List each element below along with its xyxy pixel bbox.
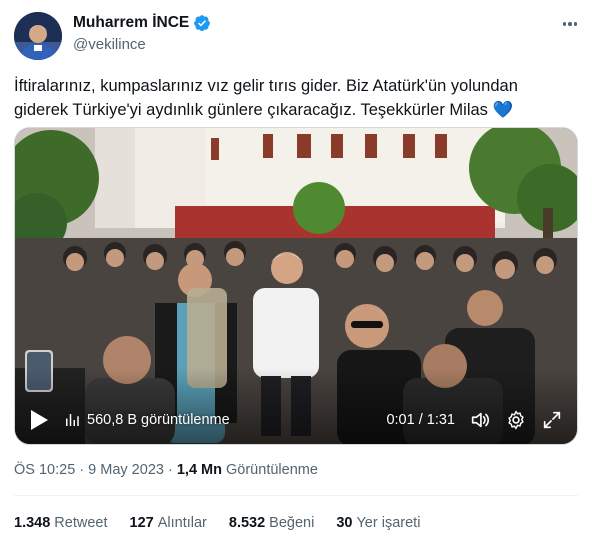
stat-bookmarks[interactable]: 30 Yer işareti xyxy=(336,515,420,531)
tweet-text: İftiralarınız, kumpaslarınız vız gelir t… xyxy=(14,77,518,119)
author-display-name[interactable]: Muharrem İNCE xyxy=(73,14,189,32)
like-count: 8.532 xyxy=(228,515,266,531)
bookmark-label: Yer işareti xyxy=(356,515,421,531)
settings-gear-icon[interactable] xyxy=(505,409,527,431)
video-controls: 560,8 B görüntülenme 0:01 / 1:31 xyxy=(15,396,577,444)
fullscreen-icon[interactable] xyxy=(541,409,563,431)
verified-badge-icon xyxy=(194,15,211,32)
retweet-label: Retweet xyxy=(54,515,108,531)
view-count: 1,4 Mn xyxy=(176,462,222,478)
stat-quotes[interactable]: 127 Alıntılar xyxy=(130,515,207,531)
views-chart-icon xyxy=(66,414,79,426)
stat-retweets[interactable]: 1.348 Retweet xyxy=(14,515,108,531)
bookmark-count: 30 xyxy=(336,515,353,531)
volume-icon[interactable] xyxy=(469,409,491,431)
tweet-time[interactable]: ÖS 10:25 xyxy=(14,462,75,478)
video-player[interactable]: 560,8 B görüntülenme 0:01 / 1:31 xyxy=(14,127,578,445)
engagement-stats: 1.348 Retweet 127 Alıntılar 8.532 Beğeni 30… xyxy=(14,515,420,531)
retweet-count: 1.348 xyxy=(14,515,51,531)
play-icon[interactable] xyxy=(29,409,49,431)
view-count-label: Görüntülenme xyxy=(226,462,318,478)
tweet-card: Muharrem İNCE @vekilince İftiralarınız, … xyxy=(0,0,592,545)
quote-label: Alıntılar xyxy=(157,515,207,531)
quote-count: 127 xyxy=(129,515,154,531)
video-view-count: 560,8 B görüntülenme xyxy=(87,412,230,428)
author-name-row: Muharrem İNCE xyxy=(73,14,211,32)
like-label: Beğeni xyxy=(269,515,315,531)
stat-likes[interactable]: 8.532 Beğeni xyxy=(229,515,314,531)
author-handle[interactable]: @vekilince xyxy=(73,36,146,53)
meta-separator: · xyxy=(167,462,173,478)
meta-separator: · xyxy=(79,462,85,478)
author-avatar[interactable] xyxy=(14,12,62,60)
tweet-meta: ÖS 10:25 · 9 May 2023 · 1,4 Mn Görüntüle… xyxy=(14,462,318,478)
avatar-image xyxy=(14,12,62,60)
video-time: 0:01 / 1:31 xyxy=(386,412,455,428)
more-options-icon[interactable] xyxy=(558,14,582,34)
tweet-date[interactable]: 9 May 2023 xyxy=(88,462,164,478)
divider xyxy=(14,495,578,496)
